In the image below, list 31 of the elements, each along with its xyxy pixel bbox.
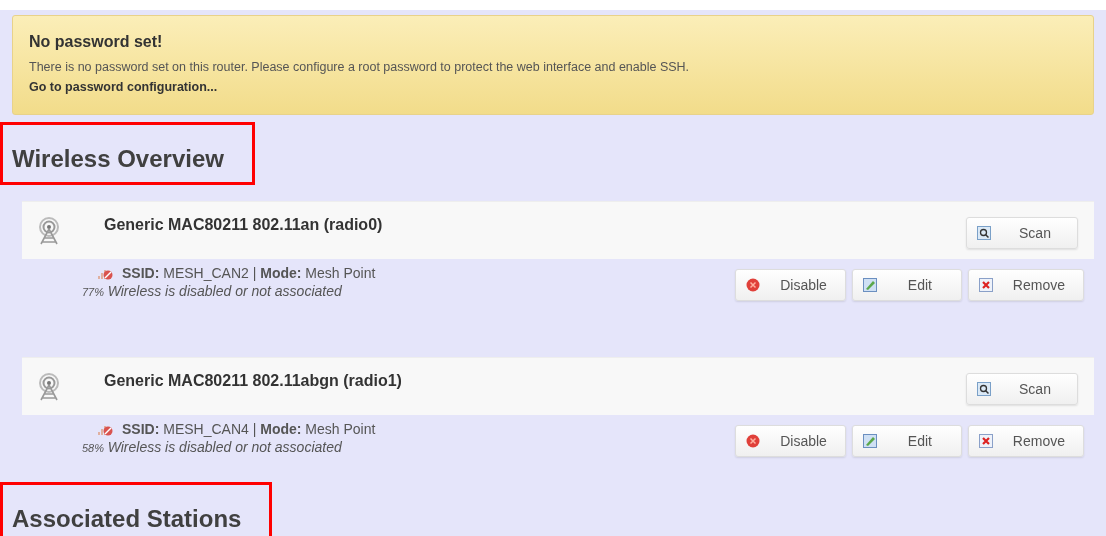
- scan-button[interactable]: Scan: [966, 372, 1078, 405]
- search-icon: [977, 381, 991, 396]
- edit-icon: [862, 434, 877, 448]
- signal-percent: 77%: [82, 286, 105, 298]
- network-info: SSID: MESH_CAN2 | Mode: Mesh Point: [122, 265, 376, 281]
- stop-icon: [746, 434, 761, 448]
- search-icon: [977, 225, 991, 240]
- disable-button[interactable]: Disable: [735, 269, 846, 301]
- section-heading: Wireless Overview: [0, 122, 255, 185]
- remove-button[interactable]: Remove: [967, 425, 1084, 457]
- alert-message: There is no password set on this router. Please configure a root password to protect the web interface and enable SSH.: [29, 60, 691, 74]
- network-info: SSID: MESH_CAN4 | Mode: Mesh Point: [122, 421, 376, 437]
- remove-icon: [978, 278, 993, 292]
- disable-button[interactable]: Disable: [735, 425, 846, 457]
- remove-button[interactable]: Remove: [967, 269, 1084, 301]
- stop-icon: [746, 278, 761, 292]
- password-config-link[interactable]: Go to password configuration...: [29, 80, 218, 94]
- antenna-icon: [36, 372, 62, 401]
- edit-button[interactable]: Edit: [851, 269, 962, 301]
- antenna-icon: [36, 216, 62, 245]
- edit-button[interactable]: Edit: [851, 425, 962, 457]
- section-heading: Associated Stations: [0, 482, 273, 536]
- network-status: Wireless is disabled or not associated: [107, 283, 342, 299]
- device-name: Generic MAC80211 802.11an (radio0): [104, 215, 384, 234]
- alert-title: No password set!: [29, 33, 164, 51]
- device-name: Generic MAC80211 802.11abgn (radio1): [104, 371, 403, 390]
- signal-percent: 58%: [82, 442, 105, 454]
- remove-icon: [978, 434, 993, 448]
- network-status: Wireless is disabled or not associated: [107, 439, 342, 455]
- scan-button[interactable]: Scan: [966, 216, 1078, 249]
- edit-icon: [862, 278, 877, 292]
